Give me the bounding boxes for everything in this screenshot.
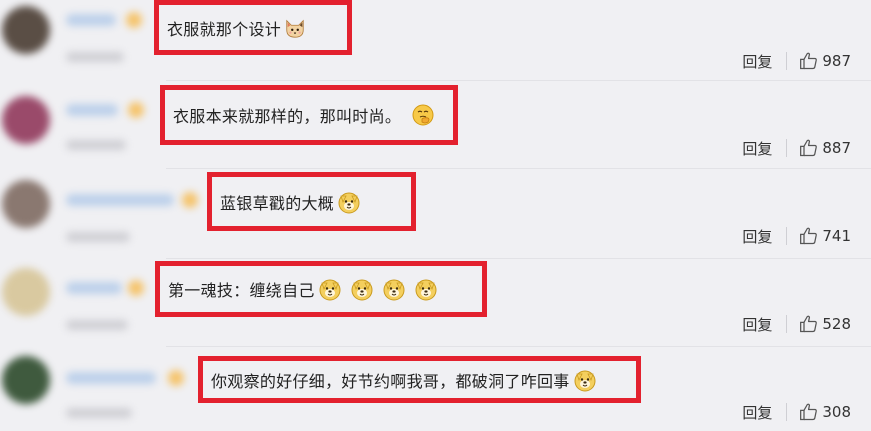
doge-face-icon bbox=[573, 368, 597, 392]
comment-text: 衣服本来就那样的，那叫时尚。 bbox=[173, 107, 402, 126]
comment-actions: 回复 741 bbox=[742, 225, 851, 247]
action-divider bbox=[786, 403, 788, 421]
avatar[interactable] bbox=[2, 6, 50, 54]
separator bbox=[166, 168, 871, 169]
like-button[interactable]: 741 bbox=[799, 226, 851, 246]
reply-button[interactable]: 回复 bbox=[742, 402, 772, 423]
thumbs-up-icon bbox=[799, 314, 819, 334]
badge-icon bbox=[182, 192, 198, 208]
badge-icon bbox=[128, 280, 144, 296]
comment-highlight: 衣服本来就那样的，那叫时尚。 bbox=[160, 85, 458, 145]
doge-face-icon bbox=[382, 277, 406, 301]
thumbs-up-icon bbox=[799, 402, 819, 422]
comment-text: 衣服就那个设计 bbox=[167, 19, 282, 39]
like-count: 987 bbox=[822, 52, 851, 70]
comment-text: 蓝银草戳的大概 bbox=[220, 193, 335, 213]
timestamp bbox=[66, 320, 128, 330]
reply-button[interactable]: 回复 bbox=[742, 51, 772, 72]
doge-face-icon bbox=[350, 277, 374, 301]
badge-icon bbox=[128, 102, 144, 118]
doge-face-icon bbox=[337, 190, 361, 214]
comment-actions: 回复 528 bbox=[742, 313, 851, 335]
thinking-face-icon bbox=[411, 103, 435, 127]
thumbs-up-icon bbox=[799, 138, 819, 158]
avatar[interactable] bbox=[2, 96, 50, 144]
action-divider bbox=[786, 52, 788, 70]
action-divider bbox=[786, 139, 788, 157]
badge-icon bbox=[126, 12, 142, 28]
avatar[interactable] bbox=[2, 180, 50, 228]
timestamp bbox=[66, 408, 132, 418]
comment-actions: 回复 987 bbox=[742, 50, 851, 72]
username[interactable] bbox=[66, 282, 122, 294]
like-count: 887 bbox=[822, 139, 851, 157]
thumbs-up-icon bbox=[799, 51, 819, 71]
avatar[interactable] bbox=[2, 356, 50, 404]
comment-highlight: 蓝银草戳的大概 bbox=[207, 172, 416, 231]
username[interactable] bbox=[66, 194, 174, 206]
action-divider bbox=[786, 227, 788, 245]
like-count: 308 bbox=[822, 403, 851, 421]
like-button[interactable]: 308 bbox=[799, 402, 851, 422]
comment-text: 第一魂技：缠绕自己 bbox=[168, 281, 315, 300]
comment-actions: 回复 887 bbox=[742, 137, 851, 159]
badge-icon bbox=[168, 370, 184, 386]
timestamp bbox=[66, 52, 124, 62]
like-count: 528 bbox=[822, 315, 851, 333]
comment-text: 你观察的好仔细，好节约啊我哥，都破洞了咋回事 bbox=[211, 371, 570, 391]
like-button[interactable]: 528 bbox=[799, 314, 851, 334]
avatar[interactable] bbox=[2, 268, 50, 316]
timestamp bbox=[66, 140, 126, 150]
username[interactable] bbox=[66, 14, 116, 26]
like-button[interactable]: 987 bbox=[799, 51, 851, 71]
separator bbox=[166, 80, 871, 81]
separator bbox=[166, 258, 871, 259]
like-count: 741 bbox=[822, 227, 851, 245]
reply-button[interactable]: 回复 bbox=[742, 226, 772, 247]
comment-highlight: 第一魂技：缠绕自己 bbox=[155, 261, 487, 317]
thumbs-up-icon bbox=[799, 226, 819, 246]
comment-actions: 回复 308 bbox=[742, 401, 851, 423]
separator bbox=[166, 346, 871, 347]
cat-face-icon bbox=[284, 17, 306, 39]
username[interactable] bbox=[66, 104, 118, 116]
comment-highlight: 衣服就那个设计 bbox=[154, 0, 352, 55]
like-button[interactable]: 887 bbox=[799, 138, 851, 158]
timestamp bbox=[66, 232, 130, 242]
comment-highlight: 你观察的好仔细，好节约啊我哥，都破洞了咋回事 bbox=[198, 356, 641, 403]
action-divider bbox=[786, 315, 788, 333]
reply-button[interactable]: 回复 bbox=[742, 314, 772, 335]
doge-face-icon bbox=[414, 277, 438, 301]
username[interactable] bbox=[66, 372, 156, 384]
reply-button[interactable]: 回复 bbox=[742, 138, 772, 159]
doge-face-icon bbox=[318, 277, 342, 301]
